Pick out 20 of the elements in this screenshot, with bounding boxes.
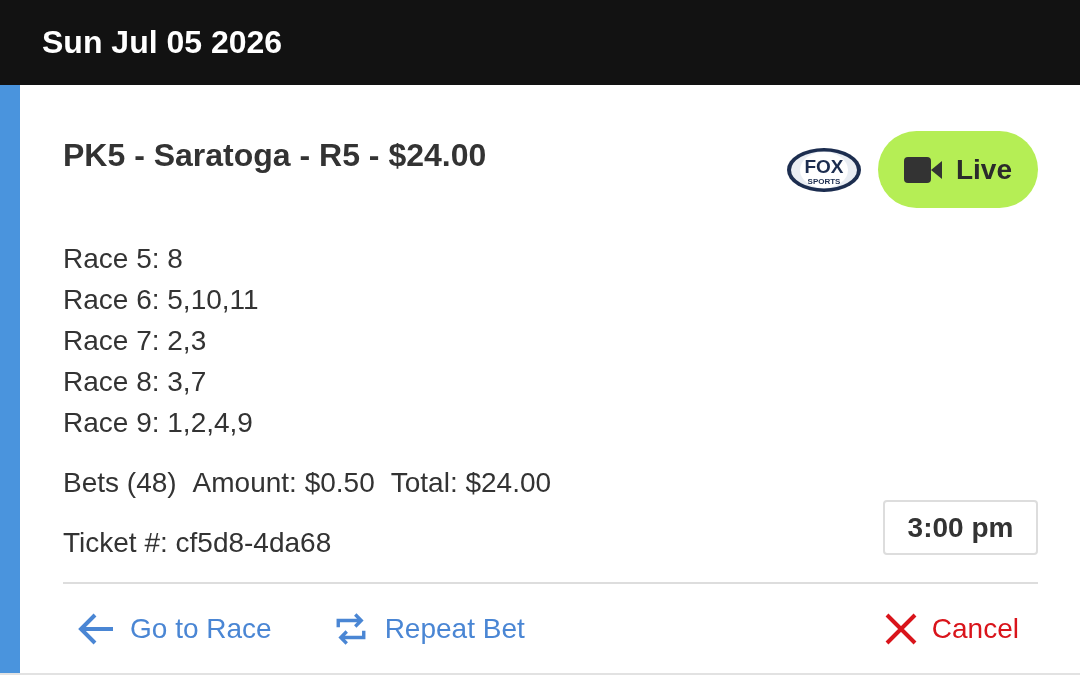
bet-summary-item: Bets (48) <box>63 466 177 500</box>
race-selection: Race 9: 1,2,4,9 <box>63 406 254 440</box>
video-camera-icon <box>904 156 942 183</box>
broadcaster-logo: FOX SPORTS <box>786 146 862 193</box>
post-time-badge: 3:00 pm <box>883 500 1038 555</box>
go-to-race-link[interactable]: Go to Race <box>63 603 286 654</box>
race-selection: Race 8: 3,7 <box>63 365 208 399</box>
race-selection: Race 6: 5,10,11 <box>63 283 260 317</box>
close-icon <box>884 612 917 645</box>
race-selection: Race 7: 2,3 <box>63 324 208 358</box>
ticket-number: Ticket #: cf5d8-4da68 <box>63 526 333 560</box>
race-selection: Race 5: 8 <box>63 242 184 276</box>
date-heading: Sun Jul 05 2026 <box>42 24 283 61</box>
bet-summary-item: Amount: $0.50 <box>192 466 375 500</box>
left-arrow-icon <box>77 611 115 646</box>
cancel-link[interactable]: Cancel <box>870 604 1038 653</box>
bet-summary-item: Total: $24.00 <box>390 466 552 500</box>
bet-title: PK5 - Saratoga - R5 - $24.00 <box>63 136 487 174</box>
live-button[interactable]: Live <box>878 131 1038 208</box>
repeat-bet-link[interactable]: Repeat Bet <box>317 603 539 654</box>
